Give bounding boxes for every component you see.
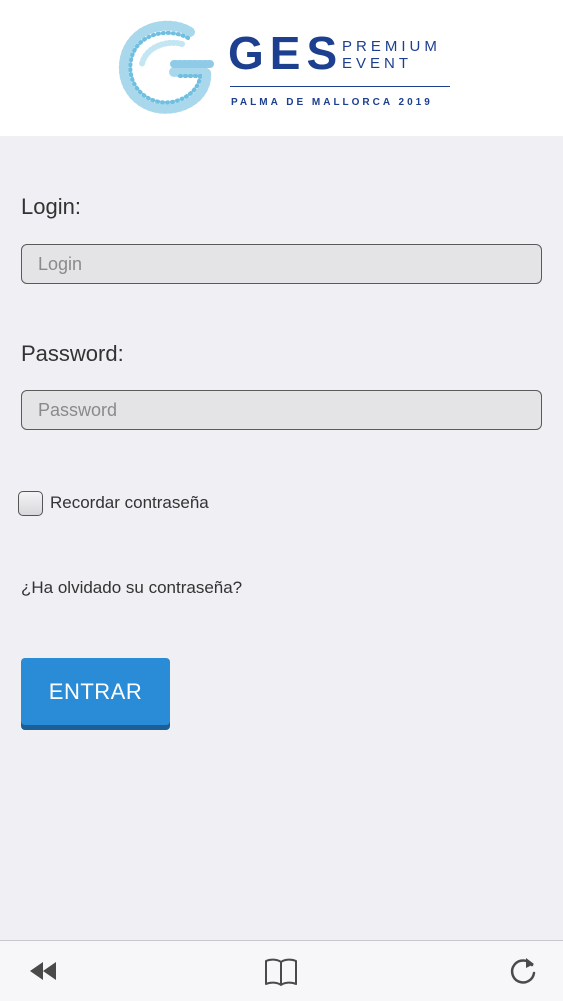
browser-toolbar [0, 940, 563, 1001]
brand-word-event: EVENT [342, 55, 413, 72]
logo-divider [230, 86, 450, 87]
remember-password-row[interactable]: Recordar contraseña [18, 489, 209, 517]
brand-logo-text: GES [228, 27, 344, 79]
login-input[interactable] [21, 244, 542, 284]
login-label: Login: [21, 194, 81, 219]
password-label: Password: [21, 341, 124, 366]
forgot-password-link[interactable]: ¿Ha olvidado su contraseña? [21, 578, 242, 598]
remember-password-label[interactable]: Recordar contraseña [50, 493, 209, 513]
app-header: GES PREMIUM EVENT PALMA DE MALLORCA 2019 [0, 0, 563, 136]
ges-logo-swirl-icon [118, 20, 214, 114]
brand-word-premium: PREMIUM [342, 38, 441, 55]
rewind-icon[interactable] [26, 953, 62, 989]
enter-button[interactable]: ENTRAR [21, 658, 170, 725]
brand-subtitle: PALMA DE MALLORCA 2019 [231, 97, 433, 108]
password-input[interactable] [21, 390, 542, 430]
reload-icon[interactable] [505, 953, 541, 989]
remember-password-checkbox[interactable] [18, 490, 43, 516]
book-icon[interactable] [263, 953, 299, 989]
